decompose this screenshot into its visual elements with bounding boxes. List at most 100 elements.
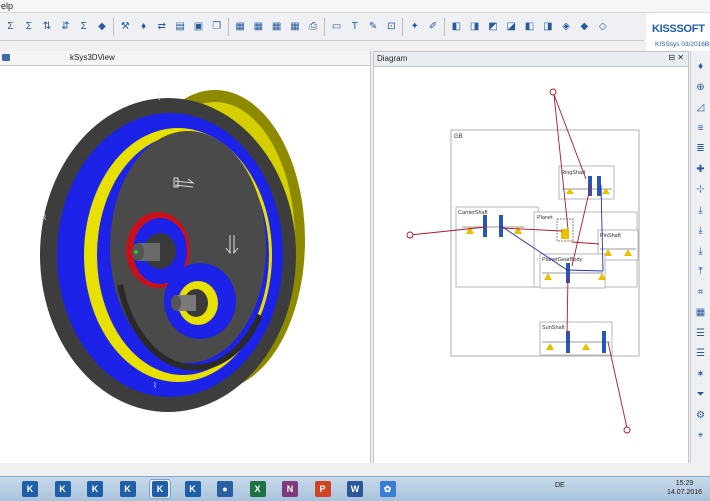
print-icon[interactable]: ⎙ (306, 19, 321, 34)
status-strip (0, 463, 710, 476)
axis-icon[interactable]: ✚ (693, 162, 708, 177)
align2-icon[interactable]: ≣ (693, 141, 708, 156)
taskbar-app-other-app[interactable]: ✿ (378, 480, 398, 498)
cube4-icon[interactable]: ◪ (504, 19, 519, 34)
toolbar-separator (324, 17, 326, 36)
toolbar-separator (112, 17, 114, 36)
gear-3d-model[interactable]: ⌇ ⌇ ⌇ ⌇ (0, 65, 370, 463)
text-icon[interactable]: T (347, 19, 362, 34)
download2-icon[interactable]: ⤓ (693, 223, 708, 238)
wand-icon[interactable]: ✦ (407, 19, 422, 34)
table3-icon[interactable]: ▦ (269, 19, 284, 34)
grid-icon[interactable]: ▦ (693, 305, 708, 320)
cube6-icon[interactable]: ◨ (540, 19, 555, 34)
sort-asc-icon[interactable]: ⇅ (40, 19, 55, 34)
taskbar-app-kisssoft-6[interactable]: K (183, 480, 203, 498)
taskbar-app-kisssoft-5[interactable]: K (149, 479, 171, 499)
taskbar-app-kisssoft-4[interactable]: K (118, 480, 138, 498)
edit-icon[interactable]: ✎ (366, 19, 381, 34)
pin-icon[interactable]: ⌖ (693, 428, 708, 443)
language-indicator[interactable]: DE (555, 482, 565, 489)
lamp-icon[interactable]: ♦ (136, 19, 151, 34)
pick-icon[interactable]: ⊡ (384, 19, 399, 34)
diagram-window-buttons[interactable]: ⊟ ✕ (668, 53, 684, 62)
kisssoft-2-icon: K (54, 481, 71, 497)
diagram-node-left (406, 231, 414, 239)
toolbar-separator (443, 17, 445, 36)
onenote-icon: N (282, 481, 298, 497)
download3-icon[interactable]: ⤓ (693, 244, 708, 259)
taskbar-app-browser[interactable]: ● (215, 480, 235, 498)
settings-icon[interactable]: ⚙ (693, 408, 708, 423)
taskbar-app-excel[interactable]: X (248, 480, 268, 498)
clock-time: 15:29 (675, 480, 694, 487)
sigma-diamond-icon[interactable]: ◆ (94, 19, 109, 34)
side-toolbar: ♦ ⊕ ◿ ≡ ≣ ✚ ⊹ ⤓ ⤓ ⤓ ⤒ ⌗ ▦ ☰ ☰ ✶ ⏷ ⚙ ⌖ (690, 51, 710, 465)
pin-shaft-label: PinShaft (600, 233, 621, 239)
menu-help[interactable]: elp (1, 0, 13, 12)
lamp-icon[interactable]: ♦ (693, 59, 708, 74)
cube2-icon[interactable]: ◨ (467, 19, 482, 34)
open-folder-icon[interactable]: ▤ (173, 19, 188, 34)
taskbar-app-word[interactable]: W (345, 480, 365, 498)
menu2-icon[interactable]: ☰ (693, 346, 708, 361)
other-app-icon: ✿ (379, 481, 396, 497)
clock-date: 14.07.2016 (667, 489, 703, 496)
table-icon[interactable]: ▦ (233, 19, 248, 34)
logo-brand: KISSSOFT (652, 23, 705, 35)
tab-ksys3dview-label: kSys3DView (70, 53, 115, 62)
save-icon[interactable]: ▣ (191, 19, 206, 34)
copy-icon[interactable]: ❐ (209, 19, 224, 34)
sort-sigma-icon[interactable]: Σ (76, 19, 91, 34)
sort-desc-icon[interactable]: ⇵ (58, 19, 73, 34)
view-icon (2, 54, 10, 61)
taskbar-app-kisssoft-1[interactable]: K (20, 480, 40, 498)
funnel-icon[interactable]: ⏷ (693, 387, 708, 402)
star-icon[interactable]: ✶ (693, 367, 708, 382)
sigma-icon[interactable]: Σ (3, 19, 18, 34)
axis2-icon[interactable]: ⊹ (693, 182, 708, 197)
powerpoint-icon: P (314, 481, 331, 497)
diamond2-icon[interactable]: ◆ (577, 19, 592, 34)
taskbar-app-powerpoint[interactable]: P (313, 480, 333, 498)
align-icon[interactable]: ≡ (693, 121, 708, 136)
tab-ksys3dview[interactable]: kSys3DView (0, 51, 370, 66)
taskbar-app-onenote[interactable]: N (280, 480, 300, 498)
diagram-panel[interactable]: Diagram ⊟ ✕ GB RingShaft CarrierShaft Pl… (373, 51, 689, 465)
main-toolbar: Σ Σ ⇅ ⇵ Σ ◆ ⚒ ♦ ⇄ ▤ ▣ ❐ ▦ ▦ ▦ ▦ ⎙ ▭ T ✎ ⊡ ✦ ✐ ◧ ◨ ◩ ◪ ◧ ◨ ◈ ◆ ◇ (0, 13, 644, 41)
upload-icon[interactable]: ⤒ (693, 264, 708, 279)
cube1-icon[interactable]: ◧ (449, 19, 464, 34)
browser-icon: ● (217, 481, 233, 497)
pen-icon[interactable]: ✐ (426, 19, 441, 34)
sun-shaft-label: SunShaft (542, 325, 565, 331)
sum-icon[interactable]: Σ (21, 19, 36, 34)
kisssoft-6-icon: K (184, 481, 201, 497)
taskbar-app-kisssoft-2[interactable]: K (53, 480, 73, 498)
tool-icon[interactable]: ⚒ (118, 19, 133, 34)
download-icon[interactable]: ⤓ (693, 203, 708, 218)
diagram-node-bottom (623, 426, 631, 434)
menu-bar: elp (0, 0, 710, 13)
menu-icon[interactable]: ☰ (693, 326, 708, 341)
svg-text:⌇: ⌇ (157, 93, 161, 102)
measure-icon[interactable]: ⌗ (693, 285, 708, 300)
table2-icon[interactable]: ▦ (251, 19, 266, 34)
cube3-icon[interactable]: ◩ (485, 19, 500, 34)
svg-text:⌇: ⌇ (43, 213, 47, 222)
diagram-canvas[interactable]: GB RingShaft CarrierShaft Planet PinShaf… (374, 66, 688, 464)
windows-taskbar: DE 15:29 14.07.2016 K K K K K K ● X N P W ✿ (0, 476, 710, 501)
word-icon: W (347, 481, 363, 497)
text-box-icon[interactable]: ▭ (329, 19, 344, 34)
orbit-icon[interactable]: ⊕ (693, 80, 708, 95)
cube5-icon[interactable]: ◧ (522, 19, 537, 34)
kisssoft-3-icon: K (87, 481, 103, 497)
taskbar-app-kisssoft-3[interactable]: K (85, 480, 105, 498)
system-clock[interactable]: 15:29 14.07.2016 (667, 479, 702, 497)
diamond3-icon[interactable]: ◇ (595, 19, 610, 34)
kSys3DView-panel[interactable]: kSys3DView ⌇ ⌇ ⌇ ⌇ (0, 51, 371, 463)
arrow-move-icon[interactable]: ⇄ (154, 19, 169, 34)
tilt-icon[interactable]: ◿ (693, 100, 708, 115)
diamond1-icon[interactable]: ◈ (559, 19, 574, 34)
table4-icon[interactable]: ▦ (287, 19, 302, 34)
diagram-header: Diagram ⊟ ✕ (374, 52, 688, 67)
